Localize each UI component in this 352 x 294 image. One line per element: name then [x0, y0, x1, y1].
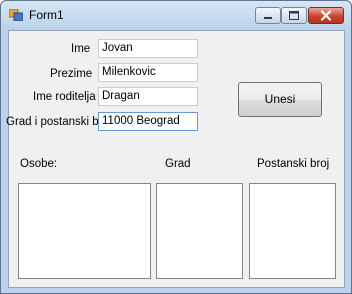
prezime-label: Prezime	[50, 68, 93, 80]
osobe-listbox[interactable]	[18, 183, 151, 279]
grad-listbox[interactable]	[156, 183, 243, 279]
grad-postanski-field[interactable]: 11000 Beograd	[98, 112, 198, 131]
ime-label: Ime	[71, 43, 91, 55]
ime-roditelja-label: Ime roditelja	[33, 91, 96, 103]
maximize-button[interactable]	[281, 7, 307, 24]
form-client-area: Ime Jovan Prezime Milenkovic Ime roditel…	[6, 30, 345, 288]
osobe-label: Osobe:	[20, 158, 58, 170]
form-icon	[9, 9, 23, 21]
prezime-field[interactable]: Milenkovic	[98, 63, 198, 82]
close-icon	[320, 10, 332, 21]
maximize-icon	[289, 11, 299, 20]
postanski-broj-listbox[interactable]	[249, 183, 336, 279]
grad-postanski-label: Grad i postanski br.	[6, 116, 106, 128]
minimize-icon	[264, 17, 272, 19]
window-title: Form1	[29, 8, 64, 22]
grad-label: Grad	[165, 158, 191, 170]
ime-field[interactable]: Jovan	[98, 39, 198, 58]
postanski-broj-label: Postanski broj	[257, 158, 330, 170]
title-bar[interactable]: Form1	[1, 1, 351, 29]
minimize-button[interactable]	[255, 7, 281, 24]
main-window: Form1 Ime Jovan Prezime Milenkovic Ime r…	[0, 0, 352, 294]
ime-roditelja-field[interactable]: Dragan	[98, 87, 198, 106]
close-button[interactable]	[308, 7, 344, 24]
unesi-button[interactable]: Unesi	[238, 82, 322, 117]
